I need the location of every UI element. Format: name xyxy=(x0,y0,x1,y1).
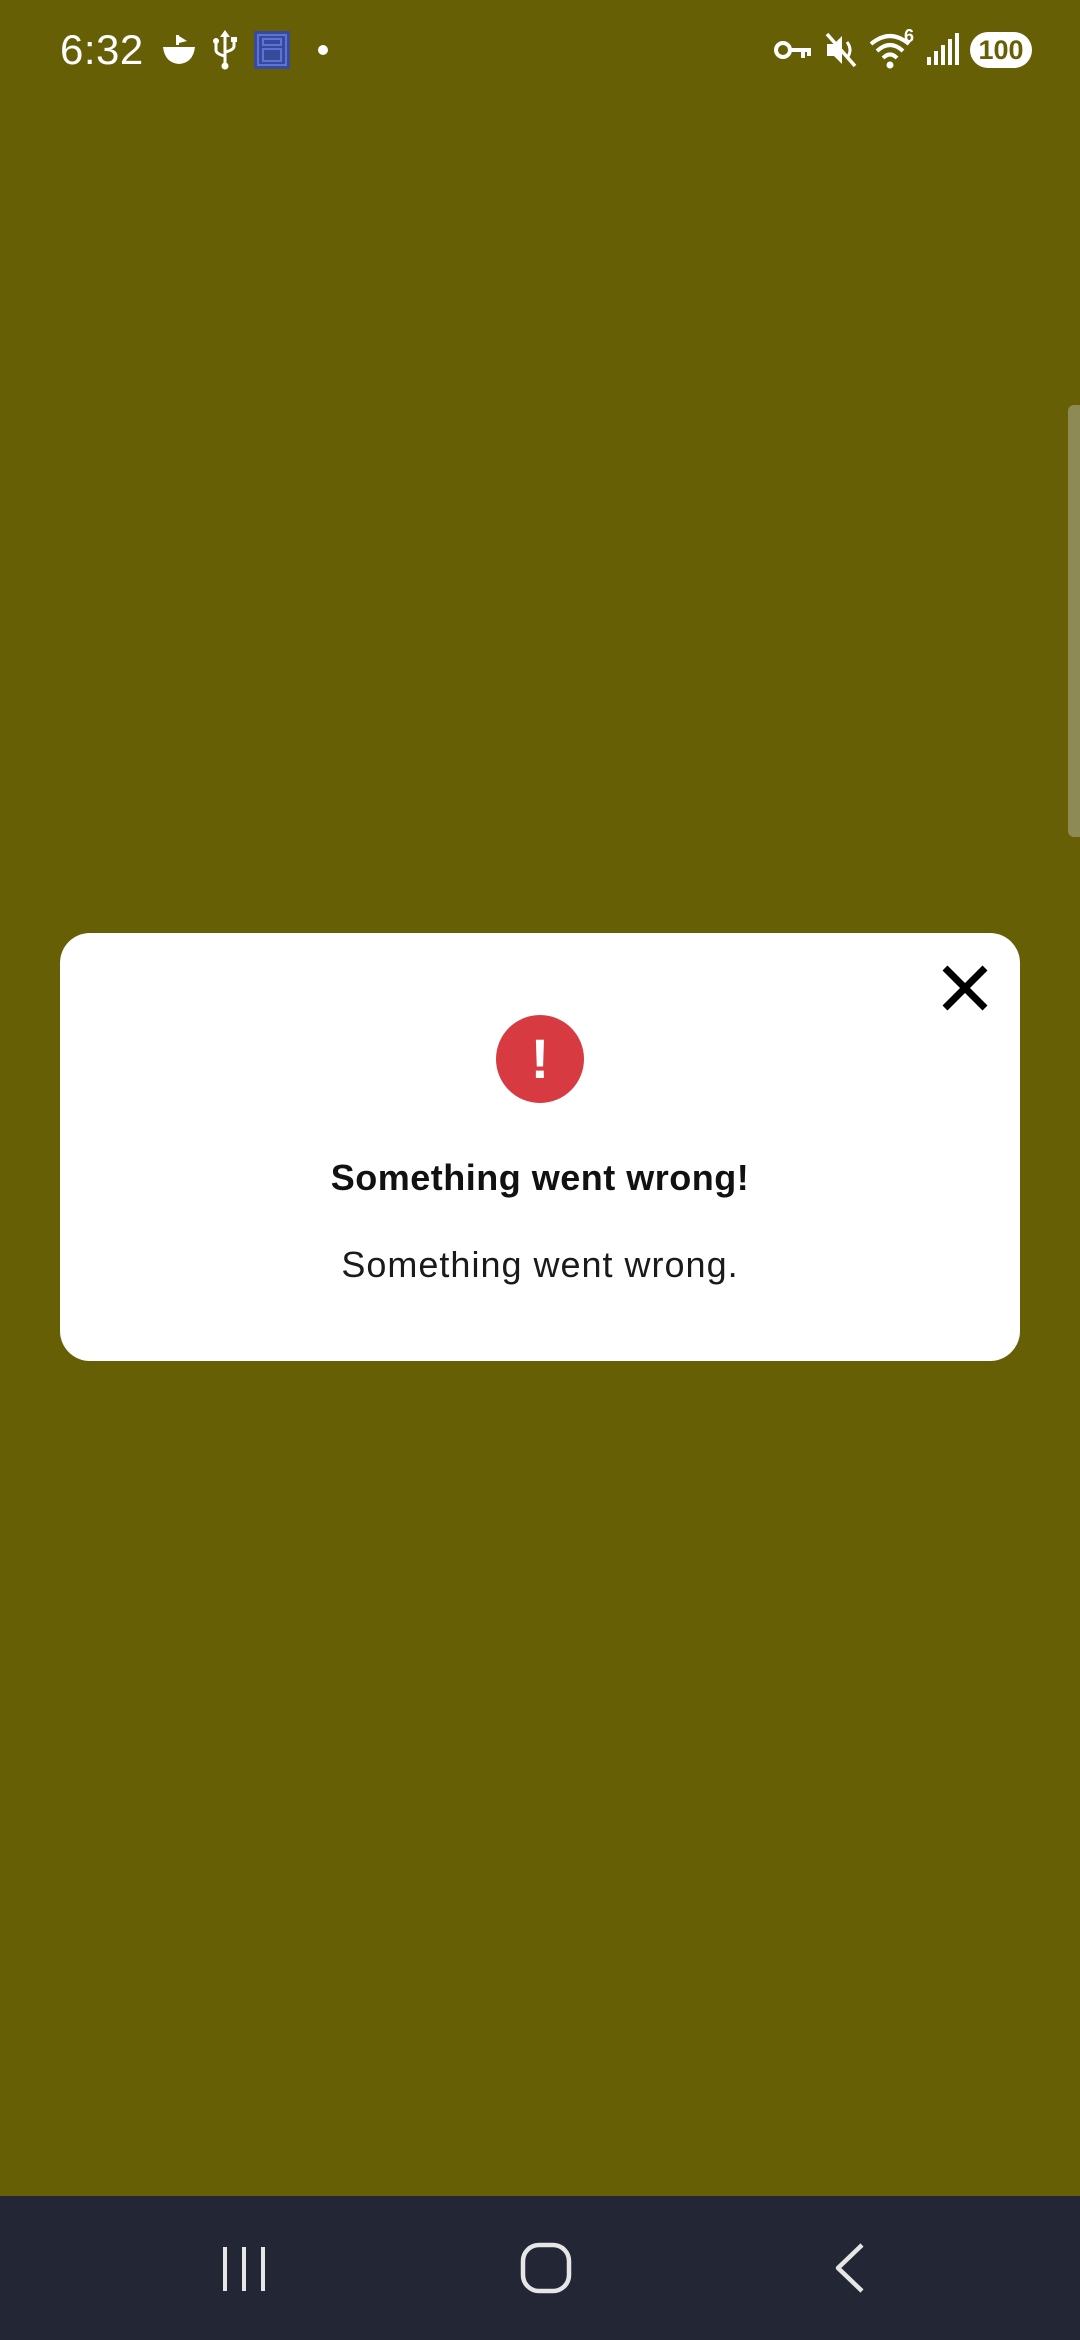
edge-panel-handle[interactable] xyxy=(1068,405,1080,837)
home-button[interactable] xyxy=(496,2228,596,2308)
dialog-message: Something went wrong. xyxy=(341,1244,739,1285)
ship-icon xyxy=(158,24,200,76)
recent-apps-icon xyxy=(223,2247,265,2291)
home-icon xyxy=(520,2242,572,2294)
battery-indicator: 100 xyxy=(970,32,1032,68)
error-exclamation-icon: ! xyxy=(496,1015,584,1103)
dot-icon xyxy=(314,24,332,76)
app-notification-icon xyxy=(252,24,292,76)
wifi-label: 6 xyxy=(904,26,915,46)
close-button[interactable] xyxy=(932,955,998,1021)
wifi-icon: 6 xyxy=(868,24,920,76)
signal-icon xyxy=(924,24,962,76)
mute-icon xyxy=(822,24,860,76)
error-dialog: ! Something went wrong! Something went w… xyxy=(60,933,1020,1361)
status-bar: 6:32 6 100 xyxy=(0,0,1080,100)
vpn-key-icon xyxy=(772,24,814,76)
error-icon-mark: ! xyxy=(530,1027,550,1090)
status-time: 6:32 xyxy=(60,26,144,73)
recent-apps-button[interactable] xyxy=(194,2228,294,2308)
back-icon xyxy=(835,2243,864,2293)
navigation-bar xyxy=(0,2196,1080,2340)
usb-icon xyxy=(210,24,240,76)
back-button[interactable] xyxy=(800,2228,900,2308)
close-icon xyxy=(942,965,988,1011)
dialog-title: Something went wrong! xyxy=(330,1157,750,1198)
